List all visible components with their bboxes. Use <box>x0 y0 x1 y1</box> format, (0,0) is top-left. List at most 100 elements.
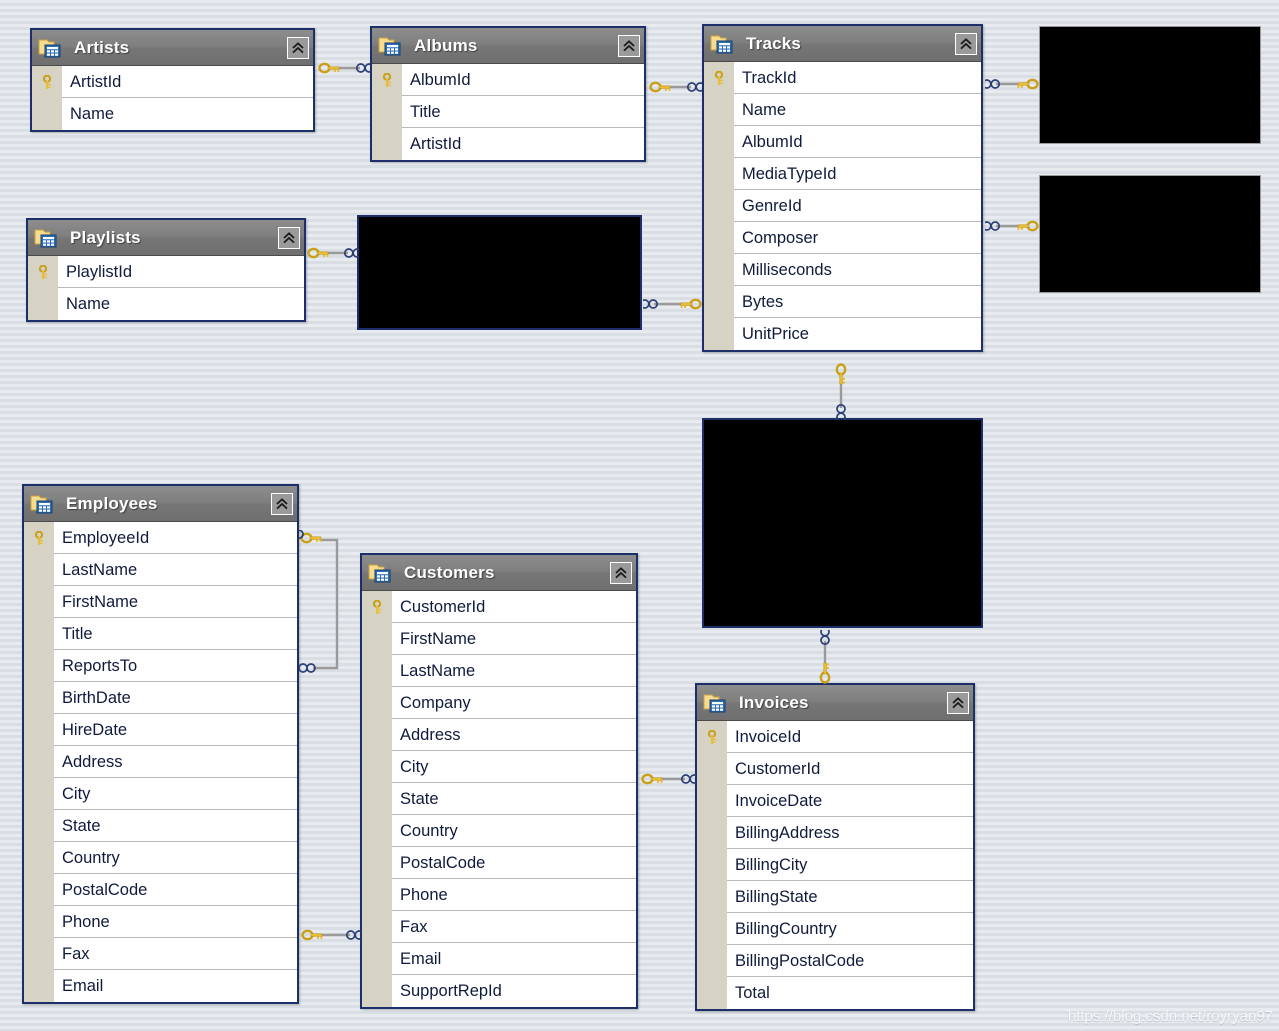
column-row[interactable]: Name <box>32 98 313 130</box>
table-title: Playlists <box>70 228 278 248</box>
column-row[interactable]: Total <box>697 977 973 1009</box>
column-row[interactable]: LastName <box>362 655 636 687</box>
column-row[interactable]: Phone <box>24 906 297 938</box>
table-playlists[interactable]: Playlists PlaylistIdName <box>26 218 306 322</box>
column-name: State <box>54 810 297 842</box>
relationship-albums-tracks[interactable] <box>648 79 702 95</box>
relationship-employees-self[interactable] <box>299 530 347 678</box>
column-row[interactable]: Country <box>362 815 636 847</box>
column-row[interactable]: ReportsTo <box>24 650 297 682</box>
column-row[interactable]: BillingAddress <box>697 817 973 849</box>
relationship-artists-albums[interactable] <box>317 60 371 76</box>
relationship-employees-customers[interactable] <box>300 927 361 943</box>
column-row[interactable]: HireDate <box>24 714 297 746</box>
column-name: Bytes <box>734 286 981 318</box>
column-row[interactable]: BillingCity <box>697 849 973 881</box>
table-header-tracks[interactable]: Tracks <box>704 26 981 62</box>
redacted-center[interactable] <box>702 418 983 628</box>
table-header-playlists[interactable]: Playlists <box>28 220 304 256</box>
relationship-tracks-genres[interactable] <box>985 218 1040 234</box>
column-row[interactable]: PlaylistId <box>28 256 304 288</box>
column-row[interactable]: City <box>24 778 297 810</box>
column-row[interactable]: Composer <box>704 222 981 254</box>
column-row[interactable]: SupportRepId <box>362 975 636 1007</box>
column-row[interactable]: BirthDate <box>24 682 297 714</box>
relationship-playlisttrack-tracks[interactable] <box>643 296 703 312</box>
relationship-tracks-mediatypes[interactable] <box>985 76 1040 92</box>
column-row[interactable]: Email <box>362 943 636 975</box>
table-albums[interactable]: AlbumsAlbumIdTitleArtistId <box>370 26 646 162</box>
relationship-tracks-invoiceitems[interactable] <box>833 363 849 419</box>
column-row[interactable]: Phone <box>362 879 636 911</box>
column-row[interactable]: Fax <box>362 911 636 943</box>
column-row[interactable]: Title <box>372 96 644 128</box>
column-row[interactable]: GenreId <box>704 190 981 222</box>
column-row[interactable]: CustomerId <box>362 591 636 623</box>
table-header-albums[interactable]: Albums <box>372 28 644 64</box>
column-row[interactable]: FirstName <box>362 623 636 655</box>
column-name: AlbumId <box>734 126 981 158</box>
chevron-up-double-icon[interactable] <box>271 493 293 515</box>
column-row[interactable]: State <box>24 810 297 842</box>
redacted-top-right[interactable] <box>1039 26 1261 144</box>
column-row[interactable]: AlbumId <box>704 126 981 158</box>
column-name: PostalCode <box>54 874 297 906</box>
column-row[interactable]: EmployeeId <box>24 522 297 554</box>
table-tracks[interactable]: TracksTrackIdNameAlbumIdMediaTypeIdGenre… <box>702 24 983 352</box>
column-row[interactable]: Address <box>24 746 297 778</box>
key-icon <box>697 730 727 745</box>
redacted-mid-right[interactable] <box>1039 175 1261 293</box>
column-name: EmployeeId <box>54 522 297 554</box>
column-row[interactable]: Email <box>24 970 297 1002</box>
table-customers[interactable]: CustomersCustomerIdFirstNameLastNameComp… <box>360 553 638 1009</box>
relationship-invoices-invoiceitems[interactable] <box>817 630 833 684</box>
column-row[interactable]: PostalCode <box>362 847 636 879</box>
column-row[interactable]: Title <box>24 618 297 650</box>
column-row[interactable]: ArtistId <box>372 128 644 160</box>
column-row[interactable]: AlbumId <box>372 64 644 96</box>
column-row[interactable]: BillingState <box>697 881 973 913</box>
column-row[interactable]: Milliseconds <box>704 254 981 286</box>
column-name: CustomerId <box>392 591 636 623</box>
table-header-artists[interactable]: Artists <box>32 30 313 66</box>
relationship-customers-invoices[interactable] <box>640 771 696 787</box>
chevron-up-double-icon[interactable] <box>947 692 969 714</box>
chevron-up-double-icon[interactable] <box>287 37 309 59</box>
chevron-up-double-icon[interactable] <box>955 33 977 55</box>
redacted-playlist-track[interactable] <box>357 215 642 330</box>
column-row[interactable]: BillingPostalCode <box>697 945 973 977</box>
column-row[interactable]: PostalCode <box>24 874 297 906</box>
column-row[interactable]: UnitPrice <box>704 318 981 350</box>
chevron-up-double-icon[interactable] <box>618 35 640 57</box>
table-header-invoices[interactable]: Invoices <box>697 685 973 721</box>
table-header-employees[interactable]: Employees <box>24 486 297 522</box>
column-row[interactable]: InvoiceId <box>697 721 973 753</box>
table-employees[interactable]: EmployeesEmployeeIdLastNameFirstNameTitl… <box>22 484 299 1004</box>
column-row[interactable]: Company <box>362 687 636 719</box>
table-folder-icon <box>378 35 404 57</box>
column-row[interactable]: State <box>362 783 636 815</box>
column-name: HireDate <box>54 714 297 746</box>
column-row[interactable]: CustomerId <box>697 753 973 785</box>
column-row[interactable]: Fax <box>24 938 297 970</box>
column-row[interactable]: Bytes <box>704 286 981 318</box>
column-row[interactable]: TrackId <box>704 62 981 94</box>
column-row[interactable]: InvoiceDate <box>697 785 973 817</box>
column-row[interactable]: City <box>362 751 636 783</box>
table-header-customers[interactable]: Customers <box>362 555 636 591</box>
column-row[interactable]: Address <box>362 719 636 751</box>
column-row[interactable]: LastName <box>24 554 297 586</box>
column-row[interactable]: Name <box>704 94 981 126</box>
column-row[interactable]: BillingCountry <box>697 913 973 945</box>
column-row[interactable]: ArtistId <box>32 66 313 98</box>
column-row[interactable]: Name <box>28 288 304 320</box>
column-row[interactable]: Country <box>24 842 297 874</box>
table-artists[interactable]: ArtistsArtistIdName <box>30 28 315 132</box>
column-row[interactable]: FirstName <box>24 586 297 618</box>
chevron-up-double-icon[interactable] <box>610 562 632 584</box>
column-row[interactable]: MediaTypeId <box>704 158 981 190</box>
chevron-up-double-icon[interactable] <box>278 227 300 249</box>
table-invoices[interactable]: InvoicesInvoiceIdCustomerIdInvoiceDateBi… <box>695 683 975 1011</box>
relationship-playlists-playlisttrack[interactable] <box>306 245 359 261</box>
column-name: State <box>392 783 636 815</box>
